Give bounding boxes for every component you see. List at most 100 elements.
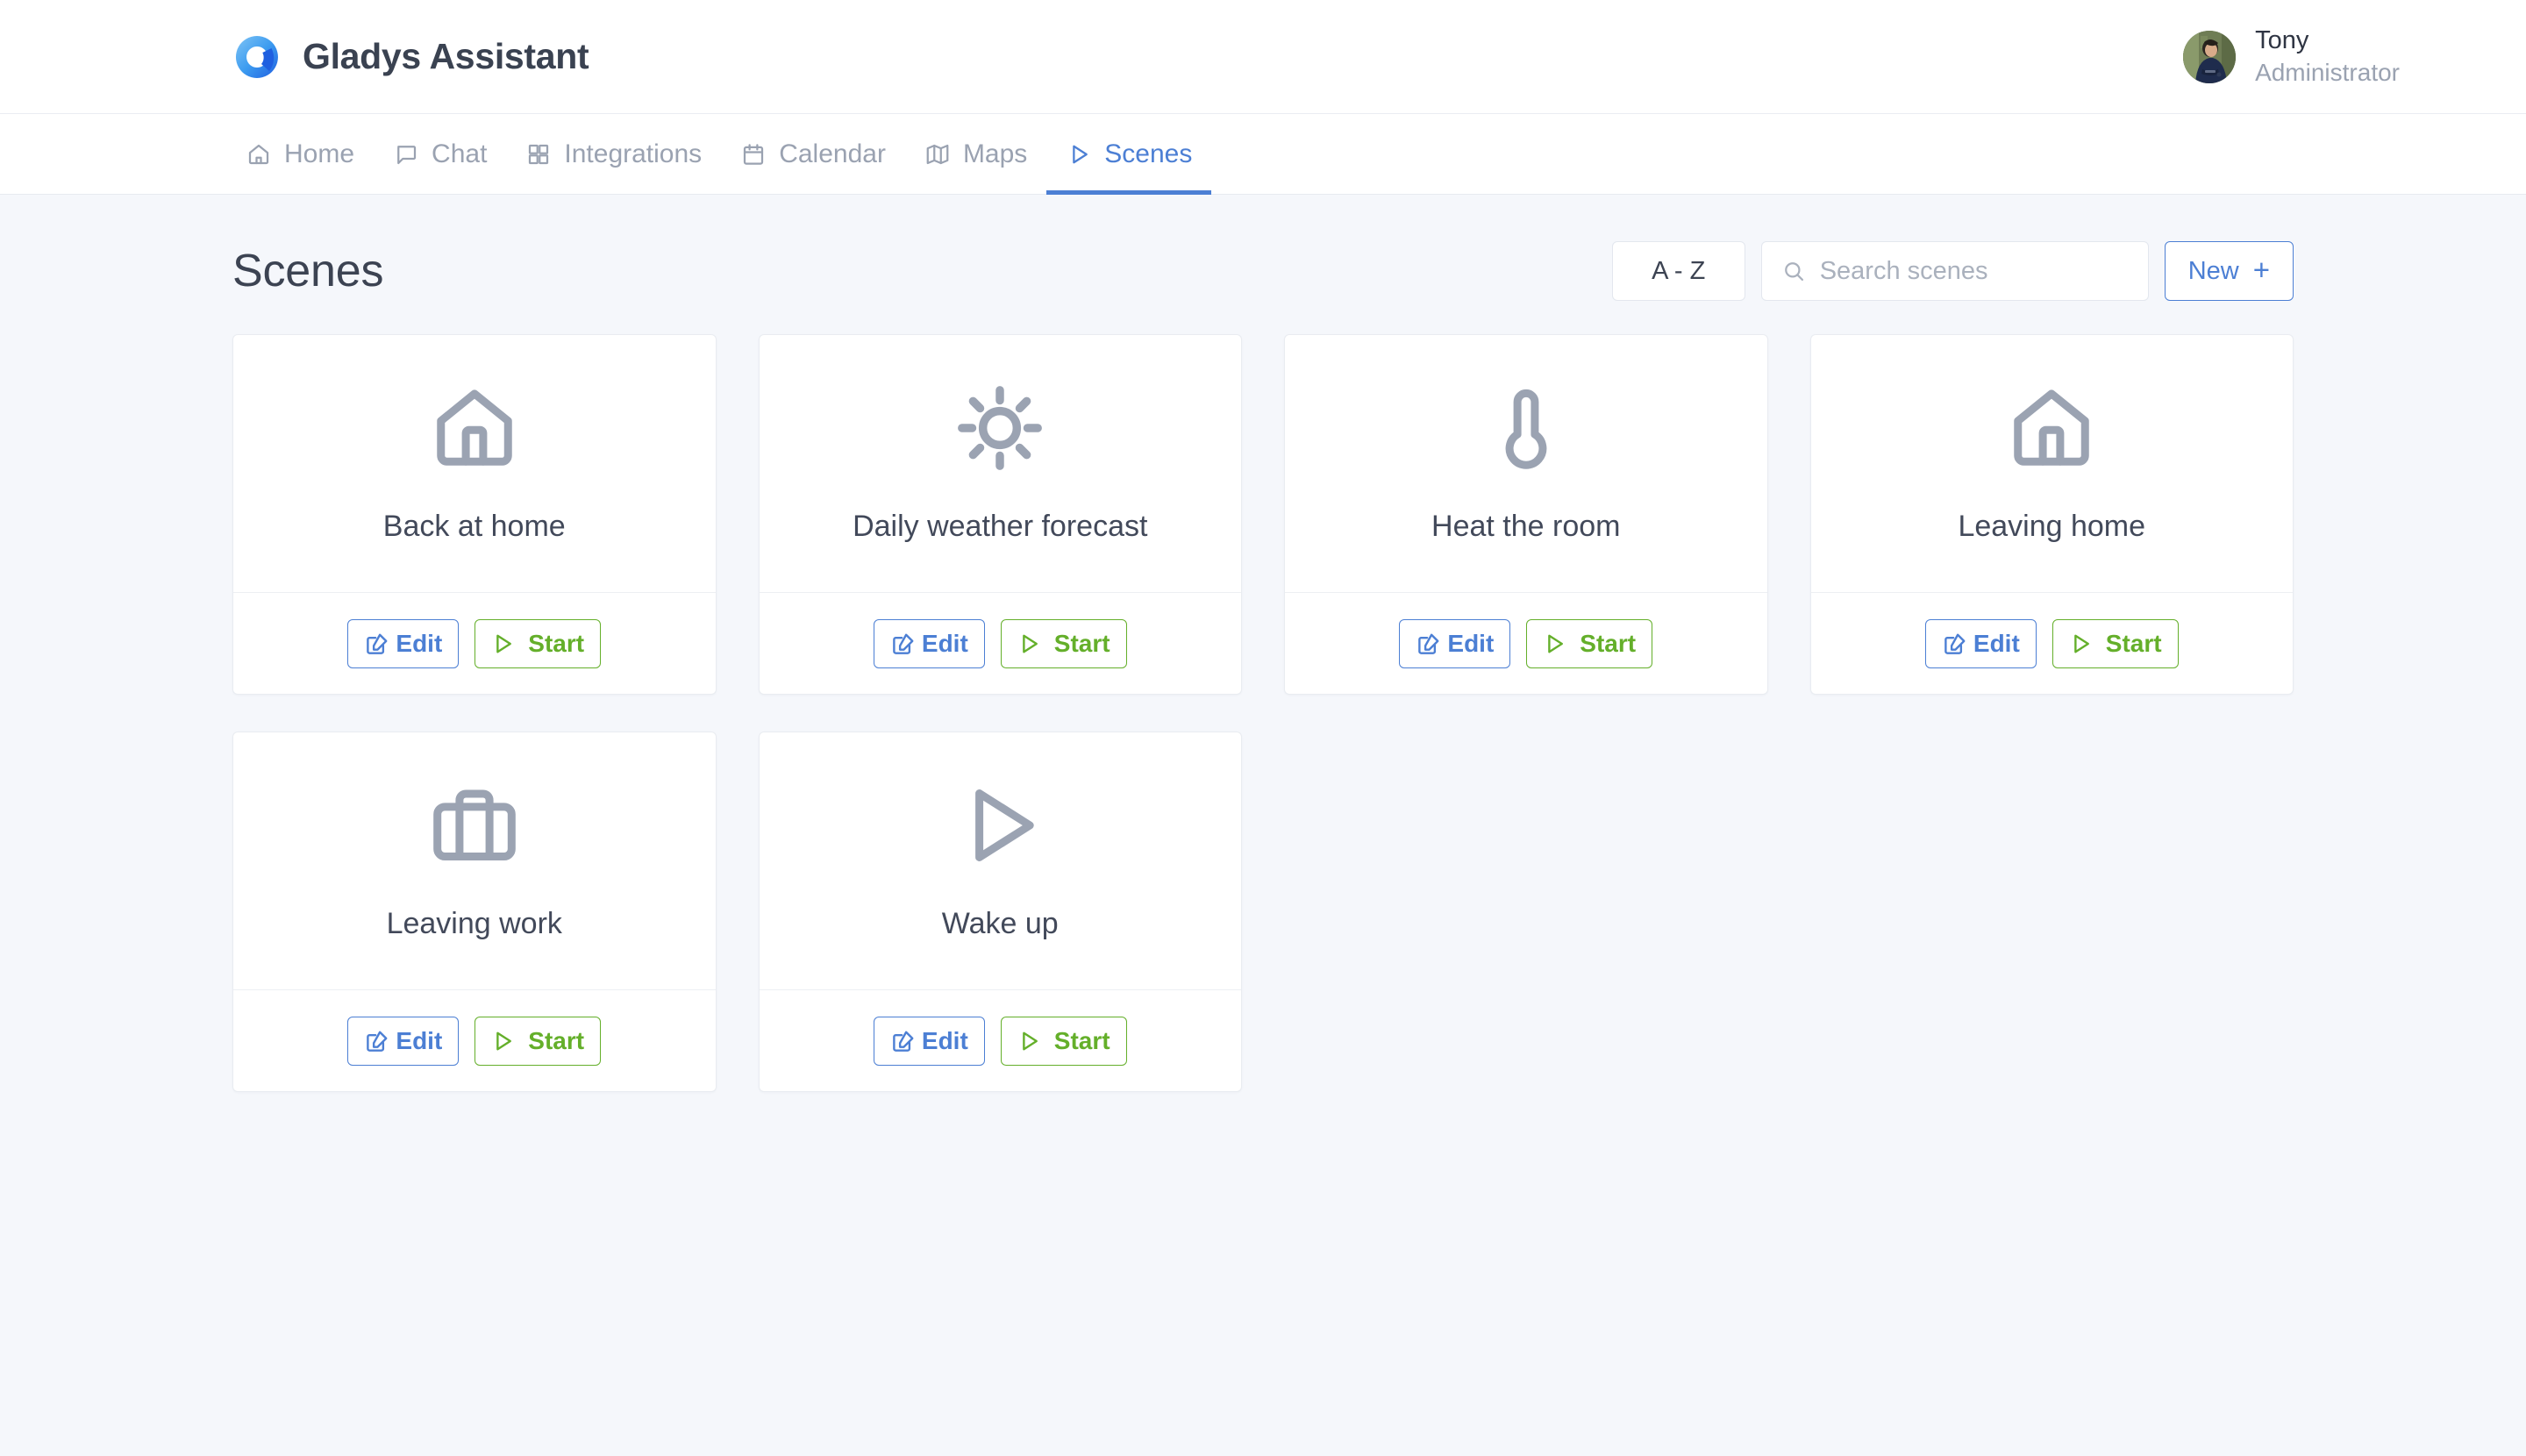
new-scene-label: New — [2187, 256, 2239, 285]
grid-icon — [525, 141, 552, 168]
scene-card-actions: Edit Start — [1285, 592, 1767, 694]
scene-card-body: Leaving home — [1811, 335, 2294, 592]
calendar-icon — [740, 141, 767, 168]
edit-button[interactable]: Edit — [873, 1016, 985, 1066]
user-name: Tony — [2255, 26, 2309, 55]
start-button[interactable]: Start — [2051, 618, 2179, 668]
nav-label: Calendar — [779, 139, 886, 168]
start-label: Start — [1053, 1026, 1110, 1054]
nav-item-home[interactable]: Home — [226, 114, 374, 194]
nav-label: Chat — [432, 139, 488, 168]
thermometer-icon — [1479, 381, 1573, 475]
user-info: Tony Administrator — [2255, 26, 2400, 87]
edit-label: Edit — [1447, 629, 1495, 657]
scene-card-body: Leaving work — [233, 732, 716, 989]
edit-label: Edit — [921, 629, 968, 657]
scene-card[interactable]: Wake up Edit Start — [758, 732, 1242, 1092]
scene-card[interactable]: Daily weather forecast Edit Start — [758, 334, 1242, 695]
nav-label: Scenes — [1104, 139, 1193, 168]
chat-bubble-icon — [393, 141, 419, 168]
search-box[interactable] — [1760, 241, 2149, 301]
nav-label: Maps — [962, 139, 1028, 168]
new-scene-button[interactable]: New + — [2164, 241, 2294, 301]
play-triangle-icon — [1014, 631, 1044, 657]
start-label: Start — [528, 1026, 585, 1054]
start-button[interactable]: Start — [1000, 1016, 1127, 1066]
search-icon — [1781, 259, 1806, 283]
edit-button[interactable]: Edit — [1399, 618, 1511, 668]
edit-square-icon — [364, 631, 390, 657]
scene-name: Daily weather forecast — [853, 510, 1148, 543]
scene-card[interactable]: Heat the room Edit Start — [1284, 334, 1768, 695]
briefcase-icon — [427, 778, 522, 873]
play-triangle-icon — [953, 778, 1047, 873]
edit-label: Edit — [396, 1026, 443, 1054]
scene-name: Heat the room — [1431, 510, 1621, 543]
page-header: Scenes A - Z New + — [232, 195, 2294, 301]
user-menu[interactable]: Tony Administrator — [2183, 26, 2473, 87]
edit-button[interactable]: Edit — [873, 618, 985, 668]
main-nav: Home Chat Integrations Calendar Maps Sce… — [0, 114, 2526, 195]
edit-label: Edit — [1973, 629, 2020, 657]
scene-name: Leaving work — [386, 907, 562, 940]
start-label: Start — [1053, 629, 1110, 657]
scene-card-actions: Edit Start — [759, 989, 1241, 1091]
scene-name: Leaving home — [1958, 510, 2146, 543]
edit-label: Edit — [396, 629, 443, 657]
edit-square-icon — [1942, 631, 1968, 657]
house-icon — [2004, 381, 2099, 475]
scene-card-actions: Edit Start — [759, 592, 1241, 694]
plus-icon: + — [2252, 253, 2270, 286]
start-label: Start — [1580, 629, 1637, 657]
start-button[interactable]: Start — [1526, 618, 1653, 668]
start-label: Start — [528, 629, 585, 657]
edit-button[interactable]: Edit — [347, 618, 460, 668]
play-triangle-icon — [1539, 631, 1569, 657]
brand-name: Gladys Assistant — [303, 36, 589, 76]
gladys-ring-logo-icon — [232, 32, 282, 82]
search-input[interactable] — [1819, 256, 2132, 286]
sun-icon — [953, 381, 1047, 475]
start-button[interactable]: Start — [475, 1016, 602, 1066]
top-header: Gladys Assistant Tony Administrator — [0, 0, 2526, 114]
scene-card[interactable]: Leaving home Edit Start — [1809, 334, 2294, 695]
edit-square-icon — [890, 1028, 917, 1054]
start-button[interactable]: Start — [475, 618, 602, 668]
play-icon — [1066, 141, 1092, 168]
scene-name: Back at home — [382, 510, 566, 543]
scene-card-actions: Edit Start — [233, 592, 716, 694]
map-icon — [924, 141, 951, 168]
scene-card-body: Back at home — [233, 335, 716, 592]
scene-card[interactable]: Leaving work Edit Start — [232, 732, 717, 1092]
nav-item-maps[interactable]: Maps — [905, 114, 1046, 194]
scene-card-body: Wake up — [760, 732, 1242, 989]
start-label: Start — [2105, 629, 2162, 657]
main-content: Scenes A - Z New + — [0, 195, 2526, 1092]
nav-item-integrations[interactable]: Integrations — [506, 114, 721, 194]
play-triangle-icon — [1014, 1028, 1044, 1054]
nav-item-scenes[interactable]: Scenes — [1046, 114, 1212, 195]
scene-card-actions: Edit Start — [1810, 592, 2293, 694]
edit-button[interactable]: Edit — [347, 1016, 460, 1066]
sort-button[interactable]: A - Z — [1611, 241, 1745, 301]
nav-label: Home — [284, 139, 355, 168]
brand[interactable]: Gladys Assistant — [232, 32, 589, 82]
user-role: Administrator — [2255, 58, 2400, 86]
toolbar: A - Z New + — [1611, 241, 2294, 301]
nav-item-chat[interactable]: Chat — [374, 114, 506, 194]
house-icon — [427, 381, 522, 475]
edit-square-icon — [1416, 631, 1442, 657]
scene-card-actions: Edit Start — [233, 989, 716, 1091]
scene-card[interactable]: Back at home Edit Start — [232, 334, 717, 695]
start-button[interactable]: Start — [1000, 618, 1127, 668]
scene-card-body: Heat the room — [1285, 335, 1767, 592]
play-triangle-icon — [488, 1028, 517, 1054]
edit-square-icon — [364, 1028, 390, 1054]
avatar — [2183, 30, 2237, 83]
home-icon — [246, 141, 272, 168]
play-triangle-icon — [488, 631, 517, 657]
edit-button[interactable]: Edit — [1924, 618, 2037, 668]
nav-item-calendar[interactable]: Calendar — [721, 114, 905, 194]
scene-card-body: Daily weather forecast — [760, 335, 1242, 592]
scene-name: Wake up — [941, 907, 1059, 940]
